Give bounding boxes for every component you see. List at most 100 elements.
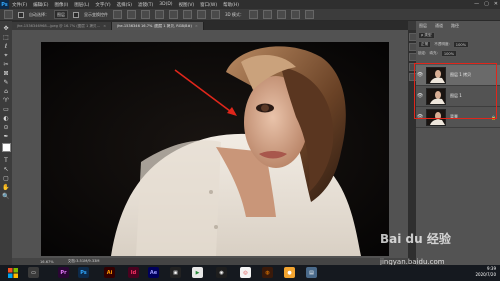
lock-row: 锁定: 填充: 100% <box>418 50 458 57</box>
healing-tool-icon[interactable]: ✎ <box>2 79 10 87</box>
lasso-tool-icon[interactable]: ℓ <box>2 43 10 51</box>
3d-scale-icon[interactable] <box>304 10 314 19</box>
3d-slide-icon[interactable] <box>290 10 300 19</box>
dodge-tool-icon[interactable]: ⊙ <box>2 124 10 132</box>
file-explorer-icon[interactable]: ▭ <box>28 267 39 278</box>
crop-tool-icon[interactable]: ✂ <box>2 61 10 69</box>
menu-help[interactable]: 帮助(H) <box>220 2 242 8</box>
lock-label: 锁定: <box>418 51 427 55</box>
menu-select[interactable]: 选择(S) <box>114 2 135 8</box>
tab-paths[interactable]: 路径 <box>448 21 462 31</box>
eyedropper-tool-icon[interactable]: ⊠ <box>2 70 10 78</box>
app-icon[interactable]: ▤ <box>306 267 317 278</box>
indesign-icon[interactable]: Id <box>128 267 139 278</box>
document-tab-active[interactable]: jhe-1536346 16.7% (图层 1 拷贝, RGB/8#) × <box>112 22 204 30</box>
align-middle-icon[interactable] <box>127 10 136 19</box>
distribute-2-icon[interactable] <box>211 10 220 19</box>
premiere-icon[interactable]: Pr <box>58 267 69 278</box>
eraser-tool-icon[interactable]: ▭ <box>2 106 10 114</box>
document-tab[interactable]: jhe-1536346968...jpeg @ 16.7% (图层 1 拷贝..… <box>12 22 113 30</box>
brush-tool-icon[interactable]: ⌂ <box>2 88 10 96</box>
photoshop-icon[interactable]: Ps <box>78 267 89 278</box>
fill-input[interactable]: 100% <box>440 50 458 57</box>
menu-type[interactable]: 文字(Y) <box>92 2 113 8</box>
minimize-button[interactable]: — <box>474 1 479 7</box>
layers-panel: 图层 通道 路径 ρ 类型 正常 不透明度: 100% 锁定: 填充: 100%… <box>416 21 500 265</box>
menu-view[interactable]: 视图(V) <box>176 2 198 8</box>
portrait-image <box>41 42 389 256</box>
fill-label: 填充: <box>429 51 438 55</box>
blend-row: 正常 不透明度: 100% <box>418 41 470 48</box>
move-tool-icon[interactable]: ✥ <box>2 25 10 33</box>
menu-3d[interactable]: 3D(D) <box>156 2 175 7</box>
opacity-input[interactable]: 100% <box>452 41 470 48</box>
blend-mode-dropdown[interactable]: 正常 <box>418 41 432 48</box>
close-tab-icon[interactable]: × <box>103 24 106 28</box>
foreground-color-swatch[interactable] <box>2 143 11 152</box>
system-clock[interactable]: 9:39 2020/7/20 <box>466 266 496 278</box>
highlight-box <box>414 63 497 119</box>
chrome-icon[interactable]: ◎ <box>240 267 251 278</box>
3d-rotate-icon[interactable] <box>248 10 258 19</box>
shape-tool-icon[interactable]: ▢ <box>2 175 10 183</box>
align-right-icon[interactable] <box>183 10 192 19</box>
firefox-icon[interactable]: ◍ <box>262 267 273 278</box>
document-tabs: jhe-1536346968...jpeg @ 16.7% (图层 1 拷贝..… <box>12 21 408 30</box>
show-transform-checkbox[interactable] <box>73 11 79 18</box>
zoom-level[interactable]: 16.67% <box>40 260 54 264</box>
window-controls: — ▢ ✕ <box>474 1 498 7</box>
menu-filter[interactable]: 滤镜(T) <box>135 2 156 8</box>
close-tab-icon[interactable]: × <box>195 24 198 28</box>
align-left-icon[interactable] <box>155 10 164 19</box>
taskbar: ▭ Pr Ps Ai Id Ae ▣ ▶ ◉ ◎ ◍ ● ▤ 9:39 2020… <box>0 265 500 281</box>
3d-pan-icon[interactable] <box>276 10 286 19</box>
align-center-icon[interactable] <box>169 10 178 19</box>
qq-icon[interactable]: ◉ <box>216 267 227 278</box>
document-tab-label: jhe-1536346 16.7% (图层 1 拷贝, RGB/8#) <box>117 23 192 28</box>
media-icon[interactable]: ▣ <box>170 267 181 278</box>
align-top-icon[interactable] <box>113 10 122 19</box>
options-bar: 自动选择： 图层 显示变换控件 3D 模式： <box>0 9 500 21</box>
document-size: 文档:3.51M/9.33M <box>67 259 100 263</box>
show-transform-label: 显示变换控件 <box>84 11 108 17</box>
browser-icon[interactable]: ● <box>284 267 295 278</box>
distribute-icon[interactable] <box>197 10 206 19</box>
maximize-button[interactable]: ▢ <box>484 1 489 7</box>
zoom-tool-icon[interactable]: 🔍 <box>2 193 10 201</box>
document-tab-label: jhe-1536346968...jpeg @ 16.7% (图层 1 拷贝..… <box>17 23 101 28</box>
move-tool-preset-icon[interactable] <box>4 10 13 19</box>
hand-tool-icon[interactable]: ✋ <box>2 184 10 192</box>
gradient-tool-icon[interactable]: ◐ <box>2 115 10 123</box>
opacity-label: 不透明度: <box>434 42 450 46</box>
menu-edit[interactable]: 编辑(E) <box>30 2 51 8</box>
close-button[interactable]: ✕ <box>494 1 498 7</box>
align-bottom-icon[interactable] <box>141 10 150 19</box>
clock-date: 2020/7/20 <box>475 272 496 277</box>
start-icon[interactable] <box>8 268 18 278</box>
menu-file[interactable]: 文件(F) <box>9 2 30 8</box>
layer-kind-dropdown[interactable]: ρ 类型 <box>418 32 435 39</box>
pen-tool-icon[interactable]: ✒ <box>2 133 10 141</box>
3d-roll-icon[interactable] <box>262 10 272 19</box>
path-select-tool-icon[interactable]: ↖ <box>2 166 10 174</box>
video-player-icon[interactable]: ▶ <box>192 267 203 278</box>
photoshop-logo: Ps <box>0 0 9 9</box>
tab-layers[interactable]: 图层 <box>416 21 430 31</box>
canvas-photo[interactable] <box>41 42 389 256</box>
status-bar: 16.67% 文档:3.51M/9.33M <box>12 258 408 265</box>
auto-select-dropdown[interactable]: 图层 <box>54 10 68 19</box>
auto-select-label: 自动选择： <box>29 11 49 17</box>
layer-filter-row: ρ 类型 <box>418 32 435 39</box>
illustrator-icon[interactable]: Ai <box>104 267 115 278</box>
menu-layer[interactable]: 图层(L) <box>71 2 92 8</box>
marquee-tool-icon[interactable]: ⬚ <box>2 34 10 42</box>
menu-window[interactable]: 窗口(W) <box>197 2 220 8</box>
stamp-tool-icon[interactable]: ♈ <box>2 97 10 105</box>
auto-select-checkbox[interactable] <box>18 11 24 18</box>
quick-select-tool-icon[interactable]: ⌖ <box>2 52 10 60</box>
after-effects-icon[interactable]: Ae <box>148 267 159 278</box>
type-tool-icon[interactable]: T <box>2 157 10 165</box>
menu-bar: Ps 文件(F) 编辑(E) 图像(I) 图层(L) 文字(Y) 选择(S) 滤… <box>0 0 500 9</box>
menu-image[interactable]: 图像(I) <box>51 2 71 8</box>
tab-channels[interactable]: 通道 <box>432 21 446 31</box>
